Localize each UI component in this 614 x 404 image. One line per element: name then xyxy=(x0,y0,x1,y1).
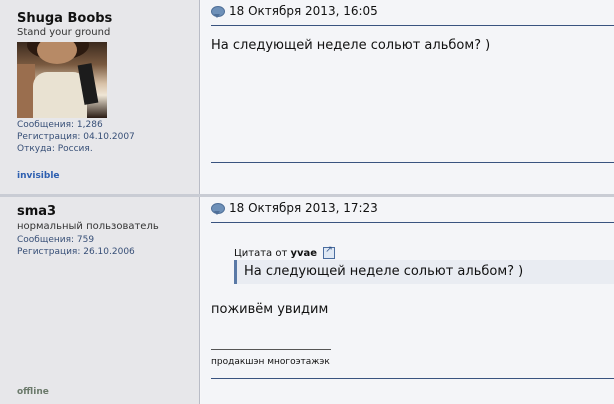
header-divider xyxy=(211,25,614,26)
post-header: 18 Октября 2013, 17:23 xyxy=(211,197,614,219)
user-message-count: Сообщения: 759 xyxy=(17,235,95,245)
view-post-icon[interactable] xyxy=(323,245,336,259)
quote-label: Цитата от yvae xyxy=(234,245,336,259)
signature: продакшэн многоэтажэк xyxy=(211,357,330,367)
user-message-count: Сообщения: 1,286 xyxy=(17,120,103,130)
speech-bubble-icon xyxy=(211,6,225,18)
user-title: нормальный пользователь xyxy=(17,221,159,232)
user-registration-date: Регистрация: 26.10.2006 xyxy=(17,247,135,257)
footer-divider xyxy=(211,162,614,163)
post-content: 18 Октября 2013, 16:05 На следующей неде… xyxy=(201,0,614,196)
user-location: Откуда: Россия. xyxy=(17,144,93,154)
quote-box: На следующей неделе сольют альбом? ) xyxy=(234,260,614,284)
post-1: Shuga Boobs Stand your ground Сообщения:… xyxy=(0,0,614,196)
user-info-panel: Shuga Boobs Stand your ground Сообщения:… xyxy=(0,0,200,196)
post-date: 18 Октября 2013, 17:23 xyxy=(229,201,378,215)
user-status: invisible xyxy=(17,171,60,181)
username-link[interactable]: Shuga Boobs xyxy=(17,11,112,26)
post-date: 18 Октября 2013, 16:05 xyxy=(229,4,378,18)
avatar[interactable] xyxy=(17,42,107,118)
speech-bubble-icon xyxy=(211,203,225,215)
user-title: Stand your ground xyxy=(17,27,111,38)
footer-divider xyxy=(211,378,614,379)
user-info-panel: sma3 нормальный пользователь Сообщения: … xyxy=(0,197,200,404)
header-divider xyxy=(211,222,614,223)
post-2: sma3 нормальный пользователь Сообщения: … xyxy=(0,197,614,404)
signature-divider xyxy=(211,349,331,350)
user-registration-date: Регистрация: 04.10.2007 xyxy=(17,132,135,142)
username-link[interactable]: sma3 xyxy=(17,204,56,219)
quote-author: yvae xyxy=(290,248,318,259)
quote-text: На следующей неделе сольют альбом? ) xyxy=(244,264,524,279)
post-header: 18 Октября 2013, 16:05 xyxy=(211,0,614,22)
post-text: поживём увидим xyxy=(211,302,329,317)
post-content: 18 Октября 2013, 17:23 Цитата от yvae На… xyxy=(201,197,614,404)
quote-prefix: Цитата от xyxy=(234,248,288,259)
post-text: На следующей неделе сольют альбом? ) xyxy=(211,38,491,53)
user-status: offline xyxy=(17,387,49,397)
